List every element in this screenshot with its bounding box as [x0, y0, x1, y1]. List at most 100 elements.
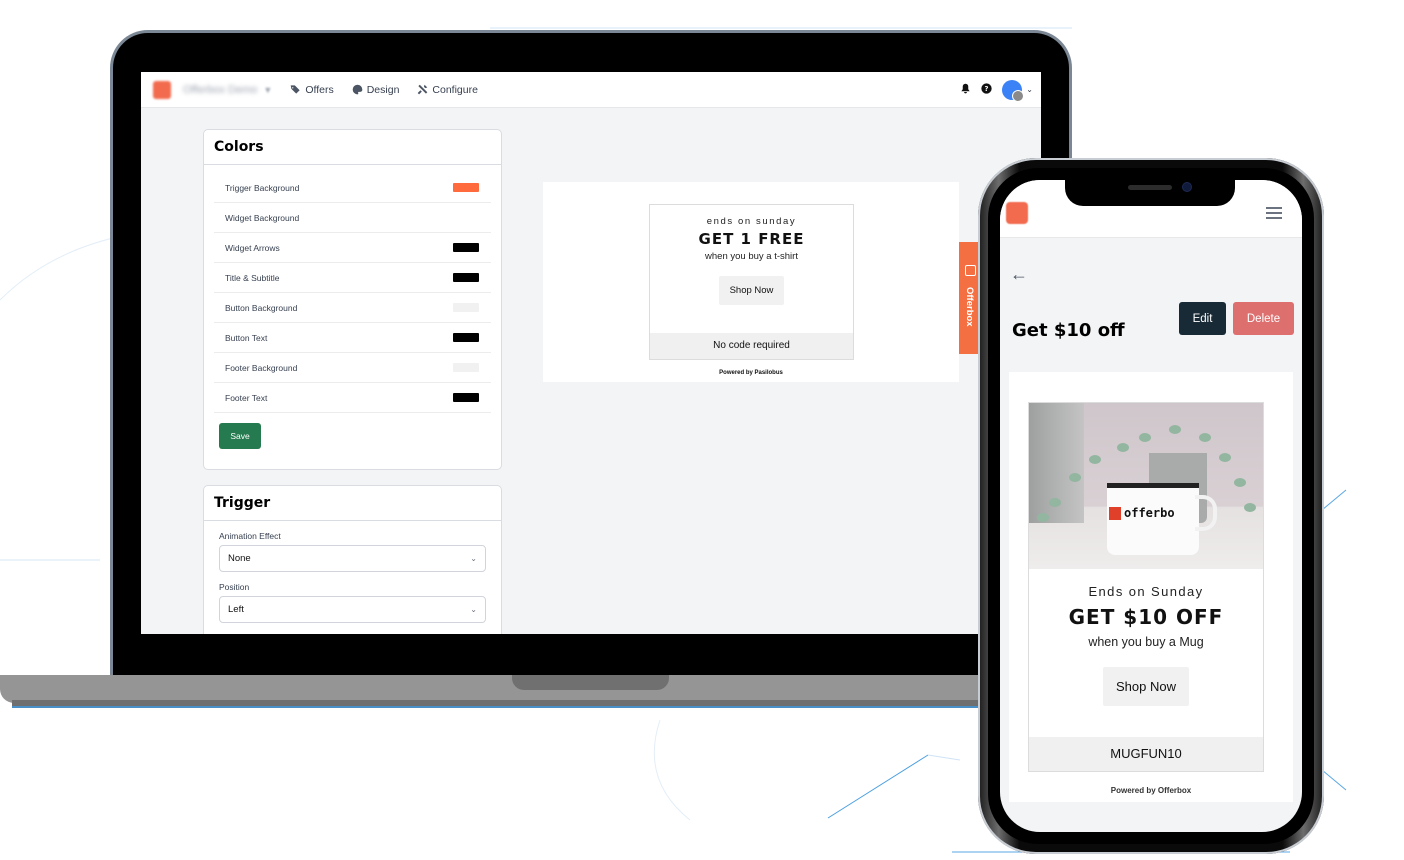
color-swatch[interactable]: [453, 213, 479, 222]
chevron-down-icon: ⌄: [470, 605, 477, 614]
color-swatch[interactable]: [453, 393, 479, 402]
color-swatch[interactable]: [453, 303, 479, 312]
offer-page-title: Get $10 off: [1012, 320, 1125, 341]
color-swatch[interactable]: [453, 243, 479, 252]
coupon-code[interactable]: MUGFUN10: [1029, 737, 1263, 771]
nav-configure[interactable]: Configure: [417, 84, 478, 96]
widget-description: when you buy a t-shirt: [705, 251, 798, 262]
bell-icon[interactable]: [960, 81, 971, 99]
leaf-shape: [1169, 425, 1181, 434]
offerbox-logo-icon: [1109, 507, 1121, 520]
widget-subtitle: Ends on Sunday: [1088, 584, 1204, 599]
brand-logo[interactable]: [1006, 202, 1028, 224]
tools-icon: [418, 84, 428, 95]
back-arrow-icon[interactable]: ←: [1010, 264, 1028, 285]
color-label: Title & Subtitle: [225, 272, 280, 283]
laptop-base: [0, 675, 1000, 703]
color-label: Footer Background: [225, 362, 298, 373]
palette-icon: [352, 84, 363, 95]
color-swatch[interactable]: [453, 333, 479, 342]
chevron-down-icon: ▼: [263, 84, 273, 95]
color-label: Footer Text: [225, 392, 268, 403]
laptop-notch: [512, 675, 669, 690]
color-row-widget-arrows: Widget Arrows: [214, 233, 491, 263]
trigger-card: Trigger Animation Effect None ⌄ Position…: [203, 485, 502, 634]
leaf-shape: [1049, 498, 1061, 507]
color-row-footer-background: Footer Background: [214, 353, 491, 383]
animation-effect-label: Animation Effect: [219, 531, 281, 541]
color-row-widget-background: Widget Background: [214, 203, 491, 233]
widget-footer: No code required: [650, 333, 853, 359]
color-label: Button Background: [225, 302, 298, 313]
animation-effect-select[interactable]: None ⌄: [219, 545, 486, 572]
mug-handle-shape: [1195, 495, 1217, 531]
colors-card: Colors Trigger Background Widget Backgro…: [203, 129, 502, 470]
nav-offers-label: Offers: [305, 83, 334, 96]
delete-button[interactable]: Delete: [1233, 302, 1294, 335]
phone-speaker: [1128, 185, 1172, 190]
offerbox-logo-icon: [965, 265, 976, 276]
color-swatch[interactable]: [453, 183, 479, 192]
tags-icon: [291, 85, 300, 94]
color-list: Trigger Background Widget Background Wid…: [204, 165, 501, 413]
leaf-shape: [1139, 433, 1151, 442]
offer-preview-card: offerbo Ends on Sunday GET $10 OFF when …: [1009, 372, 1293, 802]
color-row-button-text: Button Text: [214, 323, 491, 353]
nav-design-label: Design: [366, 83, 400, 96]
color-label: Widget Background: [225, 212, 300, 223]
leaf-shape: [1199, 433, 1211, 442]
phone-screen: ← Get $10 off Edit Delete offerbo Ends o…: [1000, 180, 1302, 832]
color-row-trigger-background: Trigger Background: [214, 173, 491, 203]
color-swatch[interactable]: [453, 273, 479, 282]
leaf-shape: [1069, 473, 1081, 482]
trigger-tab-label: Offerbox: [964, 287, 975, 327]
color-label: Trigger Background: [225, 182, 300, 193]
leaf-shape: [1037, 513, 1049, 522]
color-row-button-background: Button Background: [214, 293, 491, 323]
offer-widget-preview: ends on sunday GET 1 FREE when you buy a…: [649, 204, 854, 360]
widget-description: when you buy a Mug: [1088, 635, 1204, 649]
offer-image: offerbo: [1029, 403, 1263, 569]
leaf-shape: [1117, 443, 1129, 452]
leaf-shape: [1219, 453, 1231, 462]
powered-by-text: Powered by Offerbox: [1110, 786, 1192, 795]
colors-card-title: Colors: [204, 130, 501, 165]
powered-by-text: Powered by Pasilobus: [719, 370, 783, 376]
avatar[interactable]: [1002, 79, 1025, 102]
animation-effect-value: None: [228, 553, 251, 564]
hamburger-menu-icon[interactable]: [1266, 207, 1282, 222]
offer-widget: offerbo Ends on Sunday GET $10 OFF when …: [1028, 402, 1264, 772]
widget-title: GET $10 OFF: [1068, 605, 1224, 629]
chevron-down-icon[interactable]: ⌄: [1026, 85, 1033, 94]
nav-design[interactable]: Design: [352, 83, 400, 96]
leaf-shape: [1244, 503, 1256, 512]
color-row-title-subtitle: Title & Subtitle: [214, 263, 491, 293]
svg-text:?: ?: [985, 84, 989, 92]
laptop-screen: Offerbox Demo ▼ Offers Design Configure …: [141, 72, 1041, 634]
position-label: Position: [219, 582, 250, 592]
edit-button[interactable]: Edit: [1179, 302, 1226, 335]
shop-now-button[interactable]: Shop Now: [718, 276, 785, 305]
nav-configure-label: Configure: [432, 83, 478, 96]
nav-offers[interactable]: Offers: [290, 83, 334, 96]
help-icon[interactable]: ?: [981, 81, 992, 99]
color-swatch[interactable]: [453, 363, 479, 372]
laptop-base-shadow: [12, 700, 1000, 708]
widget-preview-panel: ends on sunday GET 1 FREE when you buy a…: [543, 182, 959, 382]
save-button[interactable]: Save: [219, 423, 261, 449]
chevron-down-icon: ⌄: [470, 554, 477, 563]
color-row-footer-text: Footer Text: [214, 383, 491, 413]
trigger-card-title: Trigger: [204, 486, 501, 521]
leaf-shape: [1089, 455, 1101, 464]
shop-now-button[interactable]: Shop Now: [1103, 667, 1189, 706]
widget-subtitle: ends on sunday: [706, 216, 797, 227]
store-selector[interactable]: Offerbox Demo: [183, 84, 257, 96]
top-navbar: Offerbox Demo ▼ Offers Design Configure …: [141, 72, 1041, 108]
mug-brand-text: offerbo: [1124, 506, 1175, 520]
brand-logo[interactable]: [153, 80, 171, 99]
widget-title: GET 1 FREE: [698, 230, 805, 248]
position-select[interactable]: Left ⌄: [219, 596, 486, 623]
leaf-shape: [1234, 478, 1246, 487]
phone-camera: [1183, 183, 1191, 191]
color-label: Button Text: [225, 332, 268, 343]
